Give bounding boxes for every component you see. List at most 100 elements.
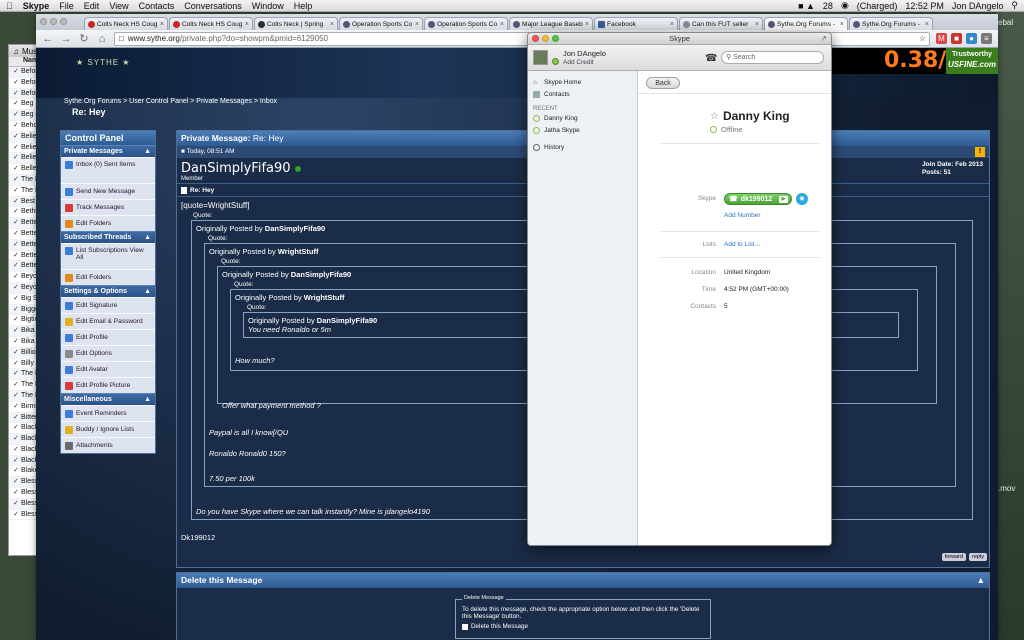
- forward-arrow-icon[interactable]: →: [60, 33, 72, 45]
- menu-file[interactable]: File: [59, 1, 74, 11]
- check-icon[interactable]: ✓: [13, 78, 21, 88]
- cp-item[interactable]: Edit Options: [61, 345, 155, 361]
- check-icon[interactable]: ✓: [13, 380, 21, 390]
- collapse-icon[interactable]: ▲: [144, 146, 151, 157]
- cp-section-header[interactable]: Settings & Options ▲: [61, 285, 155, 297]
- report-icon[interactable]: !: [975, 147, 985, 157]
- menubar-badge[interactable]: 28: [823, 1, 833, 11]
- browser-tab[interactable]: Sythe.Org Forums - ×: [849, 17, 933, 30]
- check-icon[interactable]: ✓: [13, 456, 21, 466]
- menu-window[interactable]: Window: [252, 1, 284, 11]
- reload-icon[interactable]: ↻: [78, 32, 90, 45]
- cp-item[interactable]: Edit Profile Picture: [61, 377, 155, 393]
- reply-button[interactable]: reply: [969, 553, 987, 561]
- status-icon[interactable]: [552, 58, 559, 65]
- check-icon[interactable]: ✓: [13, 99, 21, 109]
- cp-item[interactable]: Send New Message: [61, 183, 155, 199]
- bookmark-star-icon[interactable]: ☆: [919, 34, 926, 43]
- menu-icon[interactable]: ≡: [981, 33, 992, 44]
- collapse-icon[interactable]: ▲: [977, 573, 985, 588]
- cp-item[interactable]: Edit Profile: [61, 329, 155, 345]
- browser-tab[interactable]: Operation Sports Co ×: [339, 17, 423, 30]
- extension-icon[interactable]: ■: [951, 33, 962, 44]
- collapse-icon[interactable]: ▲: [144, 232, 151, 243]
- close-button[interactable]: [532, 35, 539, 42]
- cp-section-header[interactable]: Private Messages ▲: [61, 145, 155, 157]
- check-icon[interactable]: ✓: [13, 132, 21, 142]
- delete-checkbox-row[interactable]: Delete this Message: [462, 623, 704, 630]
- close-tab-icon[interactable]: ×: [585, 21, 589, 28]
- check-icon[interactable]: ✓: [13, 261, 21, 271]
- apple-icon[interactable]: : [6, 1, 13, 11]
- close-tab-icon[interactable]: ×: [160, 21, 164, 28]
- close-tab-icon[interactable]: ×: [500, 21, 504, 28]
- gmail-icon[interactable]: M: [936, 33, 947, 44]
- cp-item[interactable]: Edit Folders: [61, 269, 155, 285]
- cp-item[interactable]: Edit Avatar: [61, 361, 155, 377]
- close-tab-icon[interactable]: ×: [245, 21, 249, 28]
- cp-item[interactable]: Inbox (0) Sent Items: [61, 157, 155, 183]
- cp-item[interactable]: Track Messages: [61, 199, 155, 215]
- battery-status[interactable]: (Charged): [857, 1, 898, 11]
- sender-name[interactable]: DanSimplyFifa90: [181, 161, 291, 176]
- check-icon[interactable]: ✓: [13, 186, 21, 196]
- call-button[interactable]: ☎ dk199012 ▶: [724, 193, 792, 205]
- forward-button[interactable]: forward: [941, 553, 967, 561]
- check-icon[interactable]: ✓: [13, 207, 21, 217]
- my-name[interactable]: Jon DAngelo: [563, 49, 606, 58]
- check-icon[interactable]: ✓: [13, 110, 21, 120]
- check-icon[interactable]: ✓: [13, 369, 21, 379]
- close-tab-icon[interactable]: ×: [415, 21, 419, 28]
- site-logo[interactable]: ★ SYTHE ★: [76, 58, 130, 67]
- cp-item[interactable]: Edit Email & Password: [61, 313, 155, 329]
- home-icon[interactable]: ⌂: [96, 33, 108, 45]
- check-icon[interactable]: ✓: [13, 423, 21, 433]
- check-icon[interactable]: ✓: [13, 466, 21, 476]
- close-button[interactable]: [40, 18, 47, 25]
- avatar[interactable]: [533, 50, 548, 65]
- browser-tab[interactable]: Colts Neck | Spring ×: [254, 17, 338, 30]
- spotlight-icon[interactable]: ⚲: [1011, 0, 1018, 11]
- browser-tab[interactable]: Can this FUT seller ×: [679, 17, 763, 30]
- cp-item[interactable]: List Subscriptions View All: [61, 243, 155, 269]
- check-icon[interactable]: ✓: [13, 164, 21, 174]
- check-icon[interactable]: ✓: [13, 294, 21, 304]
- favorite-star-icon[interactable]: ☆: [710, 111, 719, 122]
- back-arrow-icon[interactable]: ←: [42, 33, 54, 45]
- browser-tab[interactable]: Facebook ×: [594, 17, 678, 30]
- nav-skype-home[interactable]: ⌂ Skype Home: [528, 77, 637, 88]
- check-icon[interactable]: ✓: [13, 218, 21, 228]
- check-icon[interactable]: ✓: [13, 445, 21, 455]
- check-icon[interactable]: ✓: [13, 197, 21, 207]
- collapse-icon[interactable]: ▲: [144, 286, 151, 297]
- close-tab-icon[interactable]: ×: [925, 21, 929, 28]
- minimize-button[interactable]: [50, 18, 57, 25]
- cp-item[interactable]: Attachments: [61, 437, 155, 453]
- check-icon[interactable]: ✓: [13, 272, 21, 282]
- check-icon[interactable]: ✓: [13, 477, 21, 487]
- menubar-status-icons[interactable]: ■ ▲: [798, 1, 815, 11]
- recent-danny-king[interactable]: Danny King: [528, 113, 637, 124]
- check-icon[interactable]: ✓: [13, 402, 21, 412]
- check-icon[interactable]: ✓: [13, 229, 21, 239]
- check-icon[interactable]: ✓: [13, 67, 21, 77]
- close-tab-icon[interactable]: ×: [670, 21, 674, 28]
- menu-app-name[interactable]: Skype: [23, 1, 50, 11]
- browser-tab[interactable]: Operation Sports Co ×: [424, 17, 508, 30]
- cp-item[interactable]: Edit Folders: [61, 215, 155, 231]
- add-credit-link[interactable]: Add Credit: [563, 59, 594, 66]
- delete-checkbox[interactable]: [462, 623, 468, 630]
- check-icon[interactable]: ✓: [13, 89, 21, 99]
- add-number-link[interactable]: Add Number: [724, 212, 761, 219]
- check-icon[interactable]: ✓: [13, 305, 21, 315]
- breadcrumb-path[interactable]: Sythe.Org Forums > User Control Panel > …: [64, 98, 277, 105]
- browser-tab[interactable]: Colts Neck HS Coug ×: [169, 17, 253, 30]
- nav-contacts[interactable]: Contacts: [528, 89, 637, 100]
- add-to-list-link[interactable]: Add to List...: [724, 241, 760, 248]
- recent-jatha-skype[interactable]: Jatha Skype: [528, 125, 637, 136]
- check-icon[interactable]: ✓: [13, 488, 21, 498]
- collapse-icon[interactable]: ▲: [144, 394, 151, 405]
- check-icon[interactable]: ✓: [13, 121, 21, 131]
- cp-item[interactable]: Edit Signature: [61, 297, 155, 313]
- browser-tab[interactable]: Sythe.Org Forums - ×: [764, 17, 848, 30]
